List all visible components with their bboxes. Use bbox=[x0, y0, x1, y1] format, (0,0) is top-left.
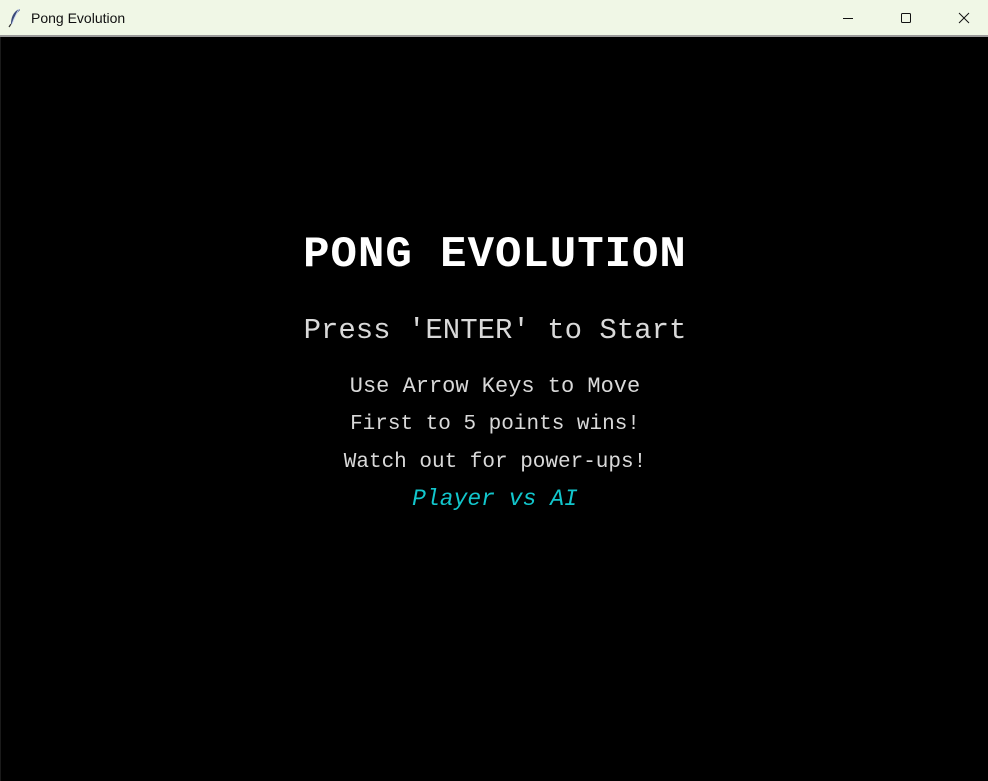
close-button[interactable] bbox=[935, 0, 988, 35]
game-mode-label: Player vs AI bbox=[412, 486, 578, 512]
title-bar[interactable]: Pong Evolution bbox=[0, 0, 988, 37]
minimize-icon bbox=[842, 12, 854, 24]
maximize-button[interactable] bbox=[877, 0, 935, 35]
game-title: PONG EVOLUTION bbox=[303, 230, 687, 280]
game-canvas[interactable]: PONG EVOLUTION Press 'ENTER' to Start Us… bbox=[0, 37, 988, 781]
instruction-power-ups: Watch out for power-ups! bbox=[343, 451, 647, 474]
feather-icon bbox=[8, 8, 22, 28]
minimize-button[interactable] bbox=[819, 0, 877, 35]
window-title: Pong Evolution bbox=[31, 10, 126, 26]
instruction-win-condition: First to 5 points wins! bbox=[350, 413, 640, 436]
close-icon bbox=[958, 12, 970, 24]
start-prompt: Press 'ENTER' to Start bbox=[303, 314, 687, 347]
instruction-controls: Use Arrow Keys to Move bbox=[349, 374, 641, 399]
app-window: Pong Evolution PONG EVOLUTION Press 'ENT… bbox=[0, 0, 988, 781]
maximize-icon bbox=[900, 12, 912, 24]
